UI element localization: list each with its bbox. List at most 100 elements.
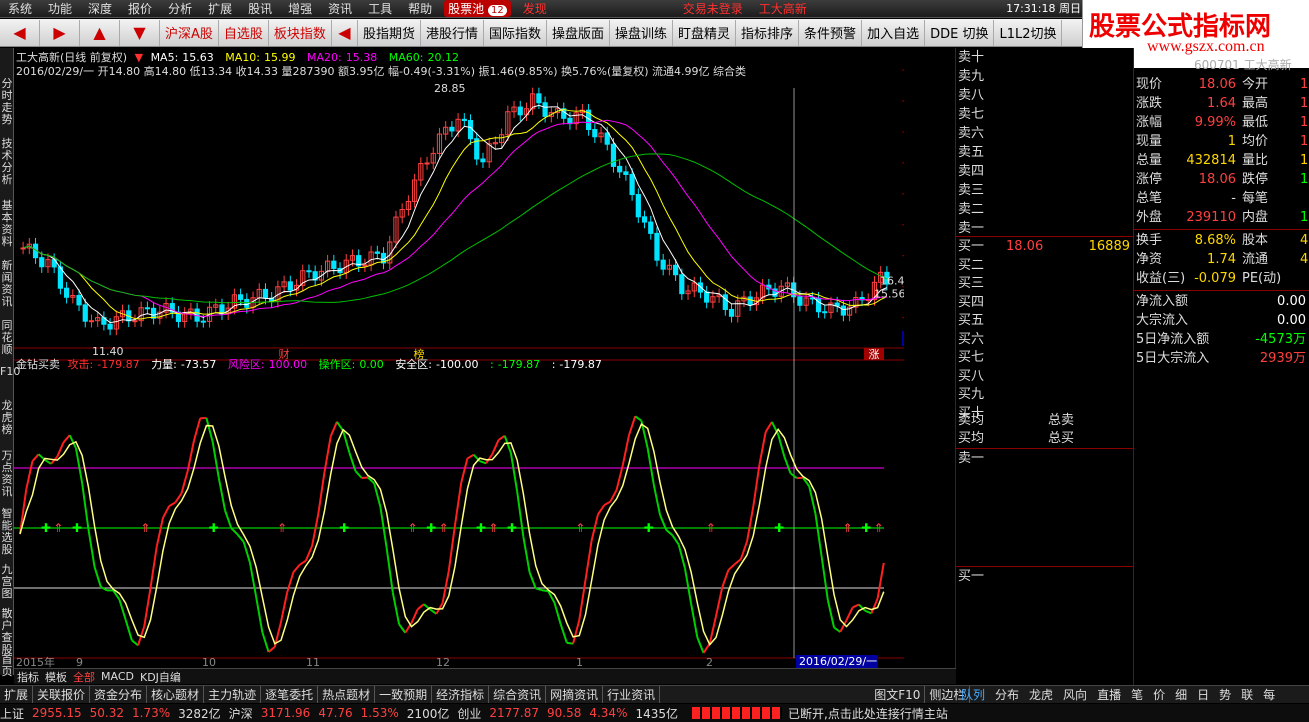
order-book-sell-row[interactable]: 卖四 — [958, 163, 1132, 181]
tab-all[interactable]: 全部 — [70, 669, 98, 685]
order-book-buy-row[interactable]: 买六 — [958, 331, 1132, 349]
menu-item[interactable]: 帮助 — [400, 0, 440, 17]
side-tab[interactable]: 风向 — [1058, 686, 1092, 703]
attack-line-seg — [734, 558, 742, 566]
toolbar-alert-button[interactable]: 条件预警 — [799, 19, 863, 46]
side-tab[interactable]: 每 — [1258, 686, 1280, 703]
left-nav-retail[interactable]: 散户查股 — [0, 608, 14, 656]
order-book-sell-row[interactable]: 卖七 — [958, 106, 1132, 124]
side-tab[interactable]: 日 — [1192, 686, 1214, 703]
order-book-buy-row[interactable]: 买一 18.06 16889 — [958, 238, 1132, 256]
side-tab[interactable]: 龙虎 — [1024, 686, 1058, 703]
order-book-buy-row[interactable]: 买七 — [958, 349, 1132, 367]
side-tab[interactable]: 势 — [1214, 686, 1236, 703]
tab-macd[interactable]: MACD — [98, 670, 137, 683]
side-tab[interactable]: 分布 — [990, 686, 1024, 703]
function-tab[interactable]: 经济指标 — [432, 686, 490, 703]
menu-item[interactable]: 功能 — [40, 0, 80, 17]
left-nav-ths[interactable]: 同花顺 — [0, 320, 14, 356]
menu-item[interactable]: 深度 — [80, 0, 120, 17]
menu-item[interactable]: 工具 — [360, 0, 400, 17]
tab-indicator[interactable]: 指标 — [14, 669, 42, 685]
trade-login-status[interactable]: 交易未登录 — [675, 0, 751, 17]
left-nav-basic-data[interactable]: 基本资料 — [0, 200, 14, 248]
order-book-buy-row[interactable]: 买四 — [958, 294, 1132, 312]
left-nav-tech-analysis[interactable]: 技术分析 — [0, 138, 14, 186]
left-nav-grid[interactable]: 九宫图 — [0, 564, 14, 600]
function-tab[interactable]: 扩展 — [0, 686, 34, 703]
left-nav-home[interactable]: 首页 — [0, 654, 14, 678]
toolbar-futures-button[interactable]: 股指期货 — [358, 19, 421, 46]
order-book-buy-row[interactable]: 买八 — [958, 368, 1132, 386]
menu-item[interactable]: 扩展 — [200, 0, 240, 17]
function-tab[interactable]: 主力轨迹 — [204, 686, 262, 703]
kline-chart-area[interactable]: 30.0028.0026.0024.0022.0020.0018.0016.00… — [14, 48, 956, 676]
toolbar-rank-button[interactable]: 指标排序 — [736, 19, 800, 46]
function-tab[interactable]: 资金分布 — [90, 686, 148, 703]
left-nav-f10[interactable]: F10 — [0, 366, 20, 378]
toolbar-add-watchlist-button[interactable]: 加入自选 — [862, 19, 926, 46]
menu-item[interactable]: 分析 — [160, 0, 200, 17]
function-tab[interactable]: 综合资讯 — [489, 686, 547, 703]
function-tab[interactable]: 一致预期 — [375, 686, 433, 703]
order-book-sell-row[interactable]: 卖八 — [958, 87, 1132, 105]
tab-template[interactable]: 模板 — [42, 669, 70, 685]
side-tab[interactable]: 直播 — [1092, 686, 1126, 703]
order-book-sell-row[interactable]: 卖二 — [958, 201, 1132, 219]
side-tab[interactable]: 队列 — [956, 686, 990, 703]
left-nav-wandian[interactable]: 万点资讯 — [0, 450, 14, 498]
stock-pool-button[interactable]: 股票池 12 — [444, 0, 511, 17]
toolbar-sector-index-button[interactable]: 板块指数 — [269, 19, 332, 46]
left-nav-intraday[interactable]: 分时走势 — [0, 78, 14, 126]
candle-body — [704, 291, 710, 303]
side-tab[interactable]: 联 — [1236, 686, 1258, 703]
left-nav-news[interactable]: 新闻资讯 — [0, 260, 14, 308]
function-tab[interactable]: 热点题材 — [318, 686, 376, 703]
arrow-right-icon[interactable]: ▶ — [40, 19, 80, 46]
order-book-sell-row[interactable]: 卖十 — [958, 49, 1132, 67]
side-tab[interactable]: 笔 — [1126, 686, 1148, 703]
menu-item[interactable]: 资讯 — [320, 0, 360, 17]
order-book-sell-row[interactable]: 卖三 — [958, 182, 1132, 200]
connection-status[interactable]: 已断开,点击此处连接行情主站 — [788, 705, 948, 722]
order-book-buy-row[interactable]: 买九 — [958, 386, 1132, 404]
toolbar-dde-button[interactable]: DDE 切换 — [925, 19, 995, 46]
order-book-sell-row[interactable]: 卖九 — [958, 68, 1132, 86]
arrow-up-icon[interactable]: ▲ — [80, 19, 120, 46]
function-tab[interactable]: 关联报价 — [33, 686, 91, 703]
tab-kdj[interactable]: KDJ自编 — [137, 669, 184, 685]
left-nav-smart-pick[interactable]: 智能选股 — [0, 508, 14, 556]
toolbar-hs-a-button[interactable]: 沪深A股 — [160, 19, 219, 46]
side-tab[interactable]: 细 — [1170, 686, 1192, 703]
order-book-buy-row[interactable]: 买五 — [958, 312, 1132, 330]
indicator-name[interactable]: 金钻买卖 — [16, 358, 60, 371]
toolbar-layout-button[interactable]: 操盘版面 — [547, 19, 610, 46]
toolbar-training-button[interactable]: 操盘训练 — [610, 19, 674, 46]
arrow-left-icon[interactable]: ◀ — [0, 19, 40, 46]
arrow-left-small-icon[interactable]: ◀ — [332, 19, 358, 46]
discover-menu[interactable]: 发现 — [515, 0, 555, 17]
order-book-sell-row[interactable]: 卖六 — [958, 125, 1132, 143]
function-tab[interactable]: 逐笔委托 — [261, 686, 319, 703]
arrow-down-icon[interactable]: ▼ — [120, 19, 160, 46]
function-tab[interactable]: 核心题材 — [147, 686, 205, 703]
f10-button[interactable]: 图文F10 — [870, 686, 926, 703]
toolbar-watchlist-button[interactable]: 自选股 — [219, 19, 269, 46]
menu-item[interactable]: 增强 — [280, 0, 320, 17]
function-tab[interactable]: 行业资讯 — [603, 686, 661, 703]
candle-body — [76, 294, 82, 306]
toolbar-l1l2-button[interactable]: L1L2切换 — [994, 19, 1063, 46]
function-tab[interactable]: 网摘资讯 — [546, 686, 604, 703]
toolbar-hk-button[interactable]: 港股行情 — [421, 19, 484, 46]
side-tab[interactable]: 价 — [1148, 686, 1170, 703]
toolbar-intl-index-button[interactable]: 国际指数 — [484, 19, 547, 46]
toolbar-monitor-button[interactable]: 盯盘精灵 — [673, 19, 737, 46]
order-book-sell-row[interactable]: 卖五 — [958, 144, 1132, 162]
menu-item[interactable]: 系统 — [0, 0, 40, 17]
left-nav-dragon-tiger[interactable]: 龙虎榜 — [0, 400, 14, 436]
menu-item[interactable]: 股讯 — [240, 0, 280, 17]
menu-item[interactable]: 报价 — [120, 0, 160, 17]
order-book-buy-row[interactable]: 买二 — [958, 257, 1132, 275]
order-book-buy-row[interactable]: 买三 — [958, 275, 1132, 293]
index-ticker-value: 3282亿 — [178, 706, 221, 721]
